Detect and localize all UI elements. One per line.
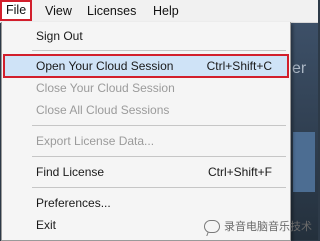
menu-licenses[interactable]: Licenses [87, 3, 136, 19]
background-partial-text: er [292, 60, 307, 77]
watermark-text: 录音电脑音乐技术 [224, 221, 312, 233]
menu-item-label: Open Your Cloud Session [36, 59, 174, 73]
menu-item-close-cloud-session[interactable]: Close Your Cloud Session [2, 78, 290, 98]
menu-help[interactable]: Help [153, 3, 179, 19]
menu-item-close-all-cloud-sessions[interactable]: Close All Cloud Sessions [2, 100, 290, 120]
menu-item-label: Export License Data... [36, 134, 155, 148]
menu-item-preferences[interactable]: Preferences... [2, 193, 290, 213]
chat-bubble-icon [204, 219, 220, 233]
menu-item-label: Close Your Cloud Session [36, 81, 175, 95]
menu-item-shortcut: Ctrl+Shift+F [207, 165, 272, 179]
menu-item-label: Find License [36, 165, 105, 179]
menu-item-shortcut: Ctrl+Shift+C [206, 59, 272, 73]
menu-separator [32, 125, 286, 126]
file-menu-dropdown: Sign Out Open Your Cloud Session Ctrl+Sh… [1, 22, 291, 241]
menu-file[interactable]: File [0, 0, 33, 21]
menu-separator [32, 50, 286, 51]
menu-item-label: Preferences... [36, 196, 111, 210]
menu-item-sign-out[interactable]: Sign Out [2, 26, 290, 46]
menu-item-label: Close All Cloud Sessions [36, 103, 170, 117]
menu-item-label: Sign Out [36, 29, 83, 43]
background-window: er [290, 22, 318, 240]
menu-separator [32, 156, 286, 157]
watermark: 录音电脑音乐技术 [204, 218, 312, 234]
menu-view[interactable]: View [45, 3, 72, 19]
menu-item-export-license-data[interactable]: Export License Data... [2, 131, 290, 151]
menu-bar: File View Licenses Help [0, 0, 318, 23]
menu-item-find-license[interactable]: Find License Ctrl+Shift+F [2, 162, 290, 182]
background-panel [293, 132, 315, 192]
menu-separator [32, 187, 286, 188]
menu-item-open-cloud-session[interactable]: Open Your Cloud Session Ctrl+Shift+C [3, 54, 289, 78]
menu-item-label: Exit [36, 218, 57, 232]
